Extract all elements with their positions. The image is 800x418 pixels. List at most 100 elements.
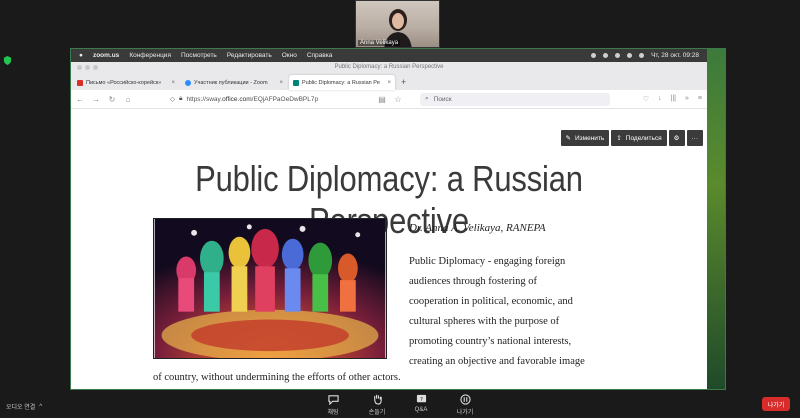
tab-sway[interactable]: Public Diplomacy: a Russian Pe × [289,75,395,90]
menu-icon[interactable]: ≡ [698,95,702,103]
leave-label: 나가기 [767,402,785,409]
tab-label: Public Diplomacy: a Russian Pe [302,79,380,86]
shield-icon[interactable] [3,56,12,65]
share-icon: ⇪ [616,135,622,142]
share-label: Поделиться [625,134,662,142]
reload-icon[interactable]: ↻ [108,95,116,104]
edit-button[interactable]: ✎ Изменить [560,130,610,146]
leave-label: 나가기 [456,410,474,416]
battery-icon[interactable] [639,53,645,58]
tab-zoom[interactable]: Участник публикации - Zoom × [181,75,287,90]
new-tab-button[interactable]: + [397,75,410,90]
shared-screen: ● zoom.us Конференция Посмотреть Редакти… [70,48,726,390]
apple-icon[interactable]: ● [79,52,83,59]
menu-item[interactable]: Окно [282,52,297,59]
participant-video[interactable]: Anna Velikaya [355,0,440,48]
paragraph-line: cultural spheres with the purpose of [409,316,560,327]
definition-paragraph-tail: of country, without undermining the effo… [153,372,401,383]
mac-menu-bar: ● zoom.us Конференция Посмотреть Редакти… [71,49,707,62]
zoom-icon [185,79,191,86]
menu-app-name[interactable]: zoom.us [93,52,119,59]
qa-button[interactable]: ? Q&A [406,394,436,413]
pause-icon [459,394,471,405]
sway-icon [293,79,299,86]
zoom-control-bar: 오디오 연결 ^ 채팅 손들기 ? Q&A 나가기 나가기 [0,392,800,418]
paragraph-line: audiences through fostering of [409,276,538,287]
definition-paragraph: Public Diplomacy - engaging foreign audi… [409,252,639,372]
library-icon[interactable]: ||| [671,95,676,103]
leave-button-secondary[interactable]: 나가기 [450,394,480,416]
shield-icon[interactable]: ◇ [170,95,175,103]
toolbar-icons: ♡ ↓ ||| » ≡ [643,95,702,103]
menu-item[interactable]: Посмотреть [181,52,217,59]
zoom-window: Anna Velikaya ● zoom.us Конференция Посм… [0,0,800,418]
status-icon[interactable] [591,53,597,58]
url-path: /EQjAFPaOeDwBPL7p [251,95,319,103]
author-line: Dr. Anna A. Velikaya, RANEPA [409,222,546,234]
more-button[interactable]: ··· [686,130,703,146]
menu-item[interactable]: Конференция [129,52,171,59]
close-tab-icon[interactable]: × [171,80,175,86]
share-button[interactable]: ⇪ Поделиться [611,130,667,146]
menu-clock[interactable]: Чт, 28 окт. 09:28 [651,52,699,59]
status-icon[interactable] [603,53,609,58]
download-icon[interactable]: ↓ [658,95,662,103]
search-placeholder: Поиск [433,95,452,103]
background-wallpaper [705,49,725,389]
status-icon[interactable] [615,53,621,58]
paragraph-line: creating an objective and favorable imag… [409,356,585,367]
pencil-icon: ✎ [565,135,571,142]
status-area: Чт, 28 окт. 09:28 [591,52,699,59]
extensions-icon[interactable]: » [685,95,689,103]
tab-bar: Письмо «Российско-корейск» × Участник пу… [71,73,707,90]
audio-label: 오디오 연결 [6,405,36,411]
raise-hand-label: 손들기 [368,410,386,416]
home-icon[interactable]: ⌂ [124,95,132,104]
url-bar[interactable]: ◇ 🔒︎ https://sway. office.com/EQjAFPaOeDw… [170,93,370,106]
url-prefix: https://sway. [186,95,223,103]
participant-name: Anna Velikaya [358,40,401,46]
mail-icon [77,79,83,86]
leave-button[interactable]: 나가기 [762,397,790,411]
chat-icon [327,395,339,405]
tab-label: Участник публикации - Zoom [194,79,268,86]
chevron-up-icon[interactable]: ^ [39,404,42,410]
sway-page: ✎ Изменить ⇪ Поделиться ⚙ ··· Public Dip… [71,128,707,389]
chat-label: 채팅 [327,410,339,416]
tab-label: Письмо «Российско-корейск» [86,79,162,86]
chat-button[interactable]: 채팅 [318,394,348,416]
gear-icon: ⚙ [673,135,680,142]
qa-icon: ? [416,394,426,403]
hand-icon [373,394,382,405]
lock-icon[interactable]: 🔒︎ [179,95,182,103]
reader-view-icon[interactable]: ▤ [378,95,386,104]
menu-item[interactable]: Справка [307,52,333,59]
qa-label: Q&A [414,407,428,413]
ceremony-image [153,218,387,359]
browser-window: Public Diplomacy: a Russian Perspective … [71,62,707,389]
paragraph-line: Public Diplomacy - engaging foreign [409,256,566,267]
window-title: Public Diplomacy: a Russian Perspective [334,64,444,70]
url-domain: office.com [222,95,252,103]
close-tab-icon[interactable]: × [387,80,391,86]
tab-mail[interactable]: Письмо «Российско-корейск» × [73,75,179,90]
browser-titlebar: Public Diplomacy: a Russian Perspective [71,62,707,73]
wifi-icon[interactable] [627,53,633,58]
close-tab-icon[interactable]: × [279,80,283,86]
sway-toolbar: ✎ Изменить ⇪ Поделиться ⚙ ··· [560,130,703,146]
pocket-icon[interactable]: ♡ [643,95,649,103]
edit-label: Изменить [574,134,605,142]
bookmark-star-icon[interactable]: ☆ [394,95,402,104]
menu-item[interactable]: Редактировать [227,52,272,59]
search-icon: ⌕ [425,95,429,102]
search-input[interactable]: ⌕ Поиск [420,92,610,106]
svg-text:?: ? [420,397,423,403]
back-icon[interactable]: ← [76,95,84,104]
paragraph-line: cooperation in political, economic, and [409,296,573,307]
audio-connect-button[interactable]: 오디오 연결 ^ [6,402,42,412]
settings-button[interactable]: ⚙ [668,130,685,146]
forward-icon[interactable]: → [92,95,100,104]
more-icon: ··· [691,134,699,142]
navigation-bar: ← → ↻ ⌂ ◇ 🔒︎ https://sway. office.com/EQj… [71,90,707,109]
raise-hand-button[interactable]: 손들기 [362,394,392,416]
